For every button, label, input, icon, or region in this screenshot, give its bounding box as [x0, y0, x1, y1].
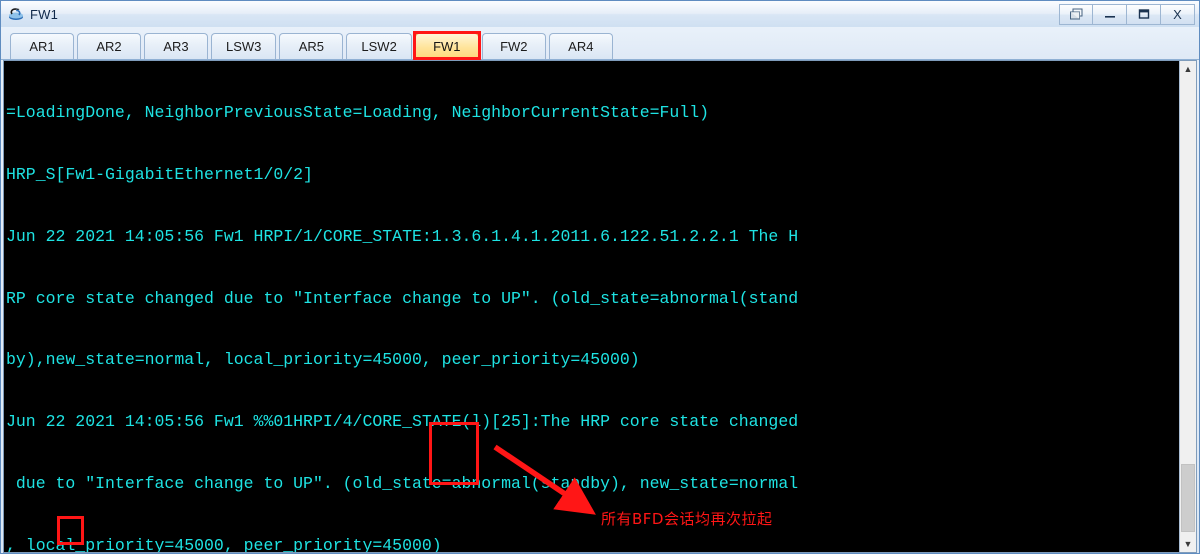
scroll-down-arrow-icon[interactable]: ▼ [1180, 536, 1196, 552]
window-controls: X [1059, 3, 1195, 25]
router-device-icon [7, 5, 25, 23]
tab-ar1[interactable]: AR1 [10, 33, 74, 59]
terminal-line: by),new_state=normal, local_priority=450… [6, 350, 640, 370]
minimize-window-button[interactable] [1093, 3, 1127, 25]
tab-ar5[interactable]: AR5 [279, 33, 344, 59]
terminal-line-list: =LoadingDone, NeighborPreviousState=Load… [6, 62, 1179, 552]
maximize-window-button[interactable] [1127, 3, 1161, 25]
scroll-up-arrow-icon[interactable]: ▲ [1180, 61, 1196, 77]
window-title: FW1 [30, 6, 59, 22]
tab-fw1[interactable]: FW1 [412, 31, 481, 60]
terminal-line: due to "Interface change to UP". (old_st… [6, 473, 799, 493]
scrollbar-thumb[interactable] [1181, 464, 1195, 532]
close-window-button[interactable]: X [1161, 3, 1195, 25]
emulator-window: FW1 X AR1 AR2 AR3 LSW3 AR5 LSW2 FW1 FW2 … [0, 0, 1200, 554]
tab-lsw2[interactable]: LSW2 [346, 33, 412, 59]
tab-ar4[interactable]: AR4 [548, 33, 613, 59]
terminal-line: , local_priority=45000, peer_priority=45… [6, 535, 442, 552]
terminal-scrollbar[interactable]: ▲ ▼ [1179, 61, 1196, 552]
terminal-line: =LoadingDone, NeighborPreviousState=Load… [6, 103, 710, 123]
restore-window-button[interactable] [1059, 3, 1093, 25]
window-titlebar: FW1 X [1, 1, 1199, 28]
tab-ar3[interactable]: AR3 [144, 33, 208, 59]
tab-ar2[interactable]: AR2 [77, 33, 141, 59]
terminal-line: RP core state changed due to "Interface … [6, 288, 799, 308]
terminal-line: Jun 22 2021 14:05:56 Fw1 %%01HRPI/4/CORE… [6, 412, 799, 432]
terminal-line: Jun 22 2021 14:05:56 Fw1 HRPI/1/CORE_STA… [6, 226, 799, 246]
tab-lsw3[interactable]: LSW3 [211, 33, 277, 59]
tab-fw2[interactable]: FW2 [481, 33, 546, 59]
device-tab-strip: AR1 AR2 AR3 LSW3 AR5 LSW2 FW1 FW2 AR4 [1, 27, 1199, 60]
terminal-line: HRP_S[Fw1-GigabitEthernet1/0/2] [6, 164, 313, 184]
terminal-output[interactable]: =LoadingDone, NeighborPreviousState=Load… [4, 61, 1179, 552]
annotation-note-text: 所有BFD会话均再次拉起 [601, 510, 773, 528]
terminal-panel: =LoadingDone, NeighborPreviousState=Load… [3, 60, 1197, 553]
